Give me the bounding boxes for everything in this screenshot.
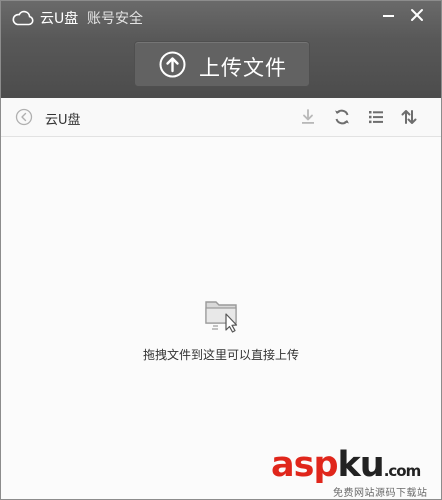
account-security-link[interactable]: 账号安全 <box>87 8 143 28</box>
watermark-logo: aspku.com 免费网站源码下载站 <box>271 445 439 499</box>
minimize-icon[interactable] <box>379 5 399 25</box>
watermark-tagline: 免费网站源码下载站 <box>333 488 428 499</box>
upload-file-button[interactable]: 上传文件 <box>134 41 310 87</box>
upload-arrow-icon <box>159 51 186 78</box>
cloud-icon <box>12 10 34 26</box>
back-icon[interactable] <box>15 108 33 126</box>
header-area: 云U盘 账号安全 上传文件 <box>1 1 441 98</box>
folder-drag-icon <box>205 301 238 333</box>
close-icon[interactable] <box>407 5 427 25</box>
refresh-icon[interactable] <box>332 107 352 127</box>
watermark-brand-suffix: .com <box>383 462 422 480</box>
list-view-icon[interactable] <box>366 107 386 127</box>
app-title: 云U盘 <box>40 11 79 27</box>
upload-button-label: 上传文件 <box>199 56 287 80</box>
title-bar[interactable]: 云U盘 账号安全 <box>1 1 441 33</box>
breadcrumb: 云U盘 <box>45 113 81 128</box>
drop-hint-text: 拖拽文件到这里可以直接上传 <box>142 348 299 362</box>
watermark-brand-black: ku <box>337 445 385 485</box>
toolbar: 云U盘 <box>1 98 441 137</box>
app-window: 云U盘 账号安全 上传文件 云U盘 拖拽文件到这里可以直接上传 aspku.co… <box>0 0 442 500</box>
sort-icon[interactable] <box>399 107 419 127</box>
watermark-brand-red: asp <box>271 445 339 485</box>
download-icon[interactable] <box>298 107 318 127</box>
